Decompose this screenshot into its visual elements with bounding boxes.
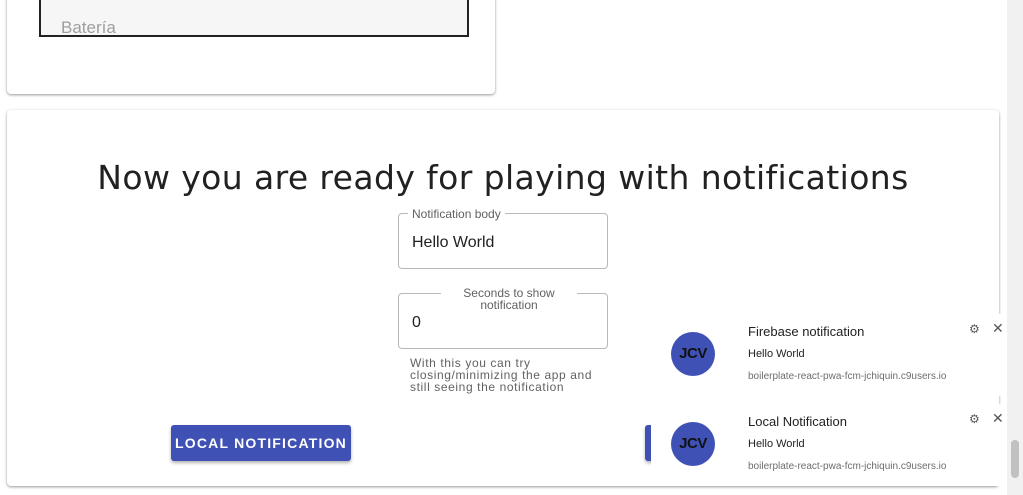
seconds-field[interactable]: Seconds to show notification 0 <box>398 287 608 349</box>
scrollbar-thumb[interactable] <box>1011 440 1019 478</box>
page-scrollbar[interactable] <box>1007 0 1023 495</box>
battery-placeholder: Batería <box>61 18 116 37</box>
seconds-label: Seconds to show notification <box>441 287 577 311</box>
avatar: JCV <box>671 332 715 376</box>
gear-icon[interactable]: ⚙ <box>969 412 980 426</box>
notification-body: Hello World <box>748 348 805 360</box>
local-notification-button[interactable]: LOCAL NOTIFICATION <box>171 425 351 461</box>
notification-body: Hello World <box>748 438 805 450</box>
close-icon[interactable]: ✕ <box>992 320 1004 337</box>
gear-icon[interactable]: ⚙ <box>969 322 980 336</box>
seconds-input[interactable]: 0 <box>412 314 421 332</box>
notification-body-input[interactable]: Hello World <box>412 234 494 252</box>
notification-title: Firebase notification <box>748 324 865 339</box>
battery-select[interactable]: Batería <box>39 0 469 37</box>
notification-origin: boilerplate-react-pwa-fcm-jchiquin.c9use… <box>748 371 947 382</box>
helper-text: With this you can try closing/minimizing… <box>410 356 593 394</box>
notification-origin: boilerplate-react-pwa-fcm-jchiquin.c9use… <box>748 461 947 472</box>
notification-body-field[interactable]: Notification body Hello World <box>398 208 608 269</box>
page-title: Now you are ready for playing with notif… <box>97 158 909 197</box>
close-icon[interactable]: ✕ <box>992 410 1004 427</box>
notification-body-label: Notification body <box>408 208 505 220</box>
notification-toast[interactable]: JCV Firebase notification Hello World bo… <box>651 314 1013 396</box>
notification-title: Local Notification <box>748 414 847 429</box>
battery-card: Batería <box>7 0 495 94</box>
notification-toast[interactable]: JCV Local Notification Hello World boile… <box>651 404 1013 486</box>
avatar: JCV <box>671 422 715 466</box>
